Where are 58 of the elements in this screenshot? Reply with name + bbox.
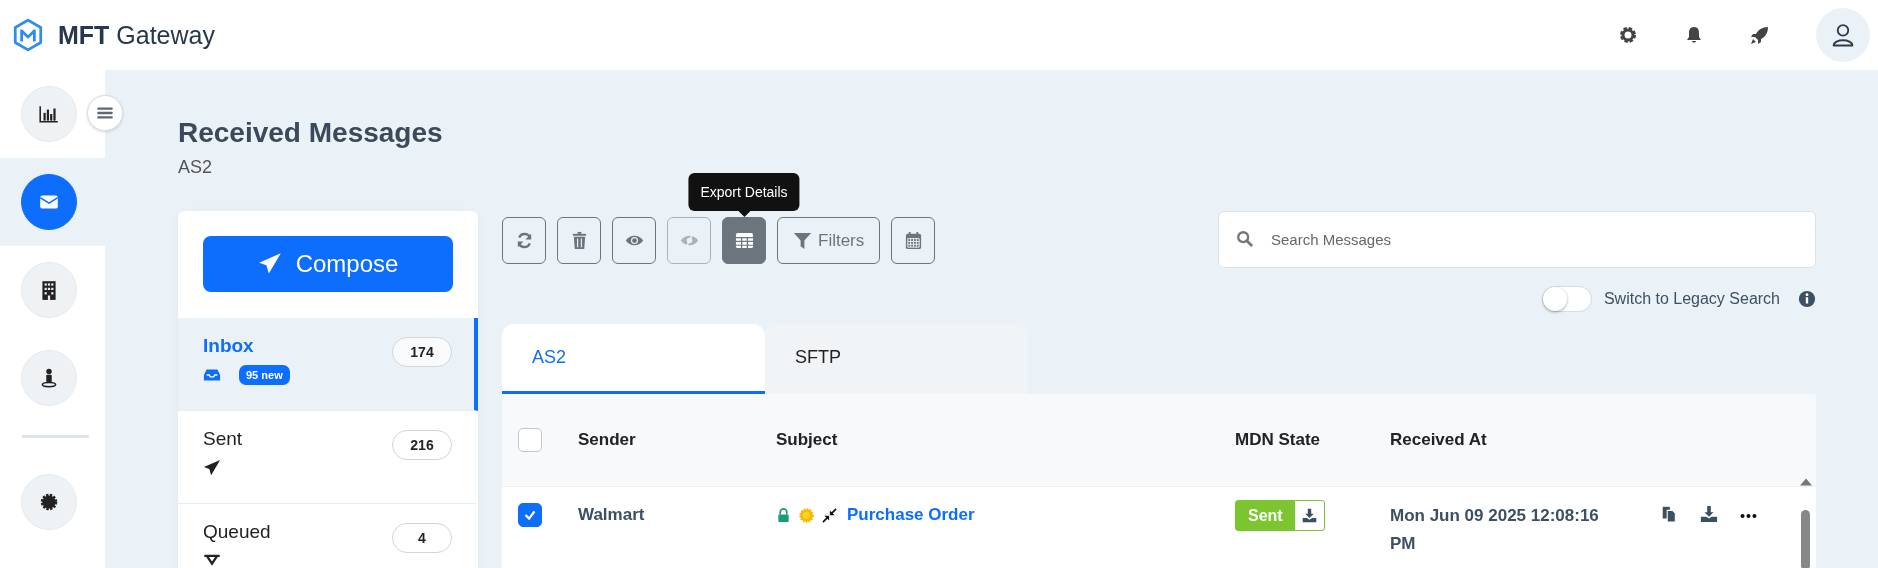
legacy-search-toggle[interactable] bbox=[1541, 286, 1592, 312]
folder-label: Inbox bbox=[203, 335, 255, 357]
received-at-cell-text: Mon Jun 09 2025 12:08:16 PM bbox=[1390, 505, 1600, 555]
select-all-checkbox[interactable] bbox=[518, 428, 542, 452]
lock-icon bbox=[776, 508, 791, 523]
subject-link[interactable]: Purchase Order bbox=[847, 505, 975, 525]
sender-cell: Walmart bbox=[578, 505, 645, 524]
bar-chart-icon bbox=[37, 103, 60, 125]
column-header[interactable]: Sender bbox=[578, 430, 636, 449]
user-avatar[interactable] bbox=[1816, 8, 1870, 62]
row-checkbox[interactable] bbox=[518, 503, 542, 527]
refresh-button[interactable] bbox=[502, 217, 546, 264]
folder-item[interactable]: Sent 216 bbox=[178, 411, 478, 504]
more-icon[interactable] bbox=[1740, 513, 1757, 519]
page-subtitle: AS2 bbox=[178, 156, 214, 179]
toggle-label: Switch to Legacy Search bbox=[1603, 290, 1780, 308]
folder-label: Queued bbox=[203, 521, 271, 543]
app-name: MFT Gateway bbox=[58, 20, 215, 50]
folder-item[interactable]: Queued 4 bbox=[178, 504, 478, 568]
folder-item[interactable]: Inbox 95 new 174 bbox=[178, 318, 478, 411]
paper-plane-icon bbox=[203, 459, 221, 477]
page-title: Received Messages bbox=[178, 116, 444, 150]
settings-icon[interactable] bbox=[1618, 25, 1638, 45]
calendar-button[interactable] bbox=[891, 217, 936, 264]
mdn-state: Sent bbox=[1236, 501, 1295, 530]
new-count-badge: 95 new bbox=[239, 365, 290, 385]
logo-icon bbox=[12, 18, 44, 52]
tooltip: Export Details bbox=[688, 173, 800, 217]
notifications-icon[interactable] bbox=[1684, 25, 1704, 45]
column-header[interactable]: Received At bbox=[1390, 430, 1487, 449]
scrollbar-thumb[interactable] bbox=[1801, 510, 1810, 568]
download-icon[interactable] bbox=[1700, 505, 1718, 523]
compose-button[interactable]: Compose bbox=[203, 236, 453, 292]
paper-plane-icon bbox=[257, 252, 282, 276]
menu-toggle-button[interactable] bbox=[87, 95, 123, 131]
tab[interactable]: AS2 bbox=[502, 324, 765, 394]
tab[interactable]: SFTP bbox=[765, 324, 1028, 394]
export-button[interactable] bbox=[722, 217, 766, 264]
message-count: 174 bbox=[392, 337, 452, 367]
filters-button[interactable]: Filters bbox=[777, 217, 881, 264]
message-count: 4 bbox=[392, 523, 452, 553]
download-icon[interactable] bbox=[1300, 507, 1318, 524]
table-icon bbox=[734, 231, 754, 250]
calendar-icon bbox=[903, 231, 923, 250]
delete-button[interactable] bbox=[557, 217, 601, 264]
compress-arrows-icon bbox=[822, 508, 837, 523]
rocket-icon[interactable] bbox=[1750, 25, 1770, 45]
column-header[interactable]: MDN State bbox=[1235, 430, 1320, 449]
sun-icon bbox=[799, 508, 814, 523]
scroll-up-arrow[interactable] bbox=[1799, 477, 1812, 486]
mark-read-button[interactable] bbox=[612, 217, 656, 264]
column-header[interactable]: Subject bbox=[776, 430, 838, 449]
search-field[interactable]: Search Messages bbox=[1218, 211, 1816, 268]
filter-icon bbox=[793, 231, 812, 250]
folder-label: Sent bbox=[203, 428, 243, 450]
message-count: 216 bbox=[392, 430, 452, 460]
info-icon[interactable] bbox=[1798, 290, 1816, 308]
copy-icon[interactable] bbox=[1660, 505, 1678, 523]
